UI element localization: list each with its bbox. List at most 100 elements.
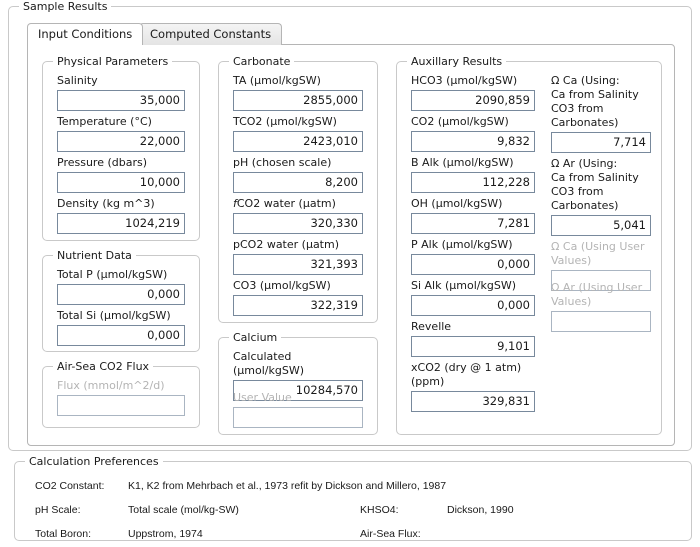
pref-ph-scale-value: Total scale (mol/kg-SW) bbox=[128, 504, 239, 517]
field-oh-label: OH (µmol/kgSW) bbox=[411, 197, 535, 211]
field-omega-ar-salinity-label: Ω Ar (Using: Ca from Salinity CO3 from C… bbox=[551, 157, 651, 213]
field-co2: CO2 (µmol/kgSW) 9,832 bbox=[411, 115, 535, 152]
field-p-alk-label: P Alk (µmol/kgSW) bbox=[411, 238, 535, 252]
field-b-alk-label: B Alk (µmol/kgSW) bbox=[411, 156, 535, 170]
field-total-si: Total Si (µmol/kgSW) 0,000 bbox=[57, 309, 185, 346]
group-physical-parameters-title: Physical Parameters bbox=[53, 55, 172, 68]
pref-ph-scale-key: pH Scale: bbox=[35, 504, 81, 517]
field-temperature-input[interactable]: 22,000 bbox=[57, 131, 185, 152]
field-omega-ar-user-label: Ω Ar (Using User Values) bbox=[551, 281, 651, 309]
field-tco2-label: TCO2 (µmol/kgSW) bbox=[233, 115, 363, 129]
field-si-alk: Si Alk (µmol/kgSW) 0,000 bbox=[411, 279, 535, 316]
field-calcium-user-value-label: User Value bbox=[233, 391, 363, 405]
field-hco3-input[interactable]: 2090,859 bbox=[411, 90, 535, 111]
sample-results-panel: Sample Results Input Conditions Computed… bbox=[8, 6, 692, 451]
group-physical-parameters: Physical Parameters Salinity 35,000 Temp… bbox=[42, 61, 200, 241]
field-flux-label: Flux (mmol/m^2/d) bbox=[57, 379, 185, 393]
field-salinity-label: Salinity bbox=[57, 74, 185, 88]
field-density: Density (kg m^3) 1024,219 bbox=[57, 197, 185, 234]
field-omega-ca-salinity-input[interactable]: 7,714 bbox=[551, 132, 651, 153]
field-revelle-label: Revelle bbox=[411, 320, 535, 334]
field-pressure-label: Pressure (dbars) bbox=[57, 156, 185, 170]
field-fco2-water-label: fCO2 water (µatm) bbox=[233, 197, 363, 211]
field-co2-label: CO2 (µmol/kgSW) bbox=[411, 115, 535, 129]
field-fco2-water: fCO2 water (µatm) 320,330 bbox=[233, 197, 363, 234]
group-carbonate-title: Carbonate bbox=[229, 55, 294, 68]
field-pco2-water-input[interactable]: 321,393 bbox=[233, 254, 363, 275]
group-carbonate: Carbonate TA (µmol/kgSW) 2855,000 TCO2 (… bbox=[218, 61, 378, 323]
group-calcium-title: Calcium bbox=[229, 331, 281, 344]
field-revelle: Revelle 9,101 bbox=[411, 320, 535, 357]
group-nutrient-data-title: Nutrient Data bbox=[53, 249, 136, 262]
field-omega-ca-user-label: Ω Ca (Using User Values) bbox=[551, 240, 651, 268]
pref-khso4-value: Dickson, 1990 bbox=[447, 504, 514, 517]
pref-total-boron-value: Uppstrom, 1974 bbox=[128, 528, 203, 541]
field-si-alk-input[interactable]: 0,000 bbox=[411, 295, 535, 316]
field-pressure: Pressure (dbars) 10,000 bbox=[57, 156, 185, 193]
field-fco2-water-input[interactable]: 320,330 bbox=[233, 213, 363, 234]
field-omega-ar-user-input[interactable] bbox=[551, 311, 651, 332]
field-salinity: Salinity 35,000 bbox=[57, 74, 185, 111]
field-total-si-input[interactable]: 0,000 bbox=[57, 325, 185, 346]
field-omega-ar-salinity-input[interactable]: 5,041 bbox=[551, 215, 651, 236]
field-calcium-calculated-label: Calculated (µmol/kgSW) bbox=[233, 350, 363, 378]
field-xco2-label: xCO2 (dry @ 1 atm) (ppm) bbox=[411, 361, 535, 389]
field-temperature-label: Temperature (°C) bbox=[57, 115, 185, 129]
field-xco2-input[interactable]: 329,831 bbox=[411, 391, 535, 412]
field-si-alk-label: Si Alk (µmol/kgSW) bbox=[411, 279, 535, 293]
pref-co2-constant-key: CO2 Constant: bbox=[35, 480, 104, 493]
calculation-preferences-title: Calculation Preferences bbox=[25, 455, 163, 468]
field-total-p-input[interactable]: 0,000 bbox=[57, 284, 185, 305]
field-revelle-input[interactable]: 9,101 bbox=[411, 336, 535, 357]
pref-air-sea-flux-key: Air-Sea Flux: bbox=[360, 528, 421, 541]
field-temperature: Temperature (°C) 22,000 bbox=[57, 115, 185, 152]
field-pco2-water: pCO2 water (µatm) 321,393 bbox=[233, 238, 363, 275]
field-total-si-label: Total Si (µmol/kgSW) bbox=[57, 309, 185, 323]
field-p-alk: P Alk (µmol/kgSW) 0,000 bbox=[411, 238, 535, 275]
field-calcium-user-value: User Value bbox=[233, 391, 363, 428]
group-auxillary-results-title: Auxillary Results bbox=[407, 55, 506, 68]
field-ph-input[interactable]: 8,200 bbox=[233, 172, 363, 193]
field-tco2-input[interactable]: 2423,010 bbox=[233, 131, 363, 152]
field-co3-input[interactable]: 322,319 bbox=[233, 295, 363, 316]
field-hco3: HCO3 (µmol/kgSW) 2090,859 bbox=[411, 74, 535, 111]
calculation-preferences-panel: Calculation Preferences CO2 Constant: K1… bbox=[14, 461, 692, 541]
field-ph-label: pH (chosen scale) bbox=[233, 156, 363, 170]
sample-results-title: Sample Results bbox=[19, 0, 111, 13]
field-flux-input[interactable] bbox=[57, 395, 185, 416]
field-tco2: TCO2 (µmol/kgSW) 2423,010 bbox=[233, 115, 363, 152]
field-co3-label: CO3 (µmol/kgSW) bbox=[233, 279, 363, 293]
group-air-sea-co2-flux: Air-Sea CO2 Flux Flux (mmol/m^2/d) bbox=[42, 366, 200, 428]
tab-computed-constants[interactable]: Computed Constants bbox=[139, 23, 282, 45]
field-density-input[interactable]: 1024,219 bbox=[57, 213, 185, 234]
field-co2-input[interactable]: 9,832 bbox=[411, 131, 535, 152]
field-total-p-label: Total P (µmol/kgSW) bbox=[57, 268, 185, 282]
group-auxillary-results: Auxillary Results HCO3 (µmol/kgSW) 2090,… bbox=[396, 61, 662, 435]
field-density-label: Density (kg m^3) bbox=[57, 197, 185, 211]
field-omega-ca-salinity-label: Ω Ca (Using: Ca from Salinity CO3 from C… bbox=[551, 74, 651, 130]
field-omega-ar-salinity: Ω Ar (Using: Ca from Salinity CO3 from C… bbox=[551, 157, 651, 236]
tab-input-conditions[interactable]: Input Conditions bbox=[27, 23, 143, 45]
group-air-sea-co2-flux-title: Air-Sea CO2 Flux bbox=[53, 360, 153, 373]
field-ta-label: TA (µmol/kgSW) bbox=[233, 74, 363, 88]
tab-panel-input-conditions: Physical Parameters Salinity 35,000 Temp… bbox=[27, 44, 675, 446]
field-oh: OH (µmol/kgSW) 7,281 bbox=[411, 197, 535, 234]
field-pco2-water-label: pCO2 water (µatm) bbox=[233, 238, 363, 252]
group-calcium: Calcium Calculated (µmol/kgSW) 10284,570… bbox=[218, 337, 378, 435]
field-p-alk-input[interactable]: 0,000 bbox=[411, 254, 535, 275]
pref-khso4-key: KHSO4: bbox=[360, 504, 399, 517]
field-omega-ar-user: Ω Ar (Using User Values) bbox=[551, 281, 651, 332]
field-b-alk-input[interactable]: 112,228 bbox=[411, 172, 535, 193]
field-ph: pH (chosen scale) 8,200 bbox=[233, 156, 363, 193]
field-total-p: Total P (µmol/kgSW) 0,000 bbox=[57, 268, 185, 305]
field-omega-ca-salinity: Ω Ca (Using: Ca from Salinity CO3 from C… bbox=[551, 74, 651, 153]
pref-total-boron-key: Total Boron: bbox=[35, 528, 91, 541]
field-salinity-input[interactable]: 35,000 bbox=[57, 90, 185, 111]
field-oh-input[interactable]: 7,281 bbox=[411, 213, 535, 234]
field-b-alk: B Alk (µmol/kgSW) 112,228 bbox=[411, 156, 535, 193]
field-ta: TA (µmol/kgSW) 2855,000 bbox=[233, 74, 363, 111]
field-ta-input[interactable]: 2855,000 bbox=[233, 90, 363, 111]
field-calcium-user-value-input[interactable] bbox=[233, 407, 363, 428]
field-pressure-input[interactable]: 10,000 bbox=[57, 172, 185, 193]
group-nutrient-data: Nutrient Data Total P (µmol/kgSW) 0,000 … bbox=[42, 255, 200, 352]
